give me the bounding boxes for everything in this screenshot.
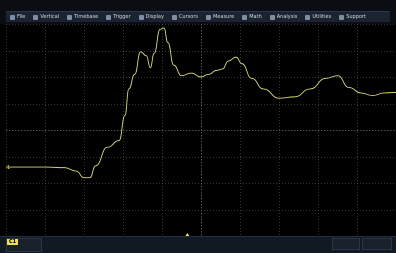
- analysis-icon: [269, 14, 275, 20]
- channel-1-ground-marker: 1: [7, 165, 10, 171]
- display-icon: [138, 14, 144, 20]
- support-icon: [339, 14, 345, 20]
- menu-label: Measure: [212, 14, 235, 20]
- menu-item-display[interactable]: Display: [135, 12, 168, 22]
- menu-label: Support: [346, 14, 366, 20]
- menu-item-support[interactable]: Support: [335, 12, 370, 22]
- math-icon: [242, 14, 248, 20]
- waveform-plot: 1: [6, 24, 396, 236]
- file-icon: [10, 14, 15, 20]
- menu-item-cursors[interactable]: Cursors: [168, 12, 202, 22]
- menu-label: Trigger: [113, 14, 131, 20]
- timebase-icon: [67, 14, 73, 20]
- timebase-descriptor[interactable]: [332, 238, 360, 250]
- menu-label: File: [17, 14, 26, 20]
- menu-item-trigger[interactable]: Trigger: [102, 12, 134, 22]
- menu-item-math[interactable]: Math: [238, 12, 266, 22]
- menu-item-utilities[interactable]: Utilities: [301, 12, 335, 22]
- menu-item-vertical[interactable]: Vertical: [29, 12, 63, 22]
- cursors-icon: [171, 14, 177, 20]
- menu-item-file[interactable]: File: [6, 12, 29, 22]
- scope-display[interactable]: 1: [6, 24, 396, 236]
- menu-bar: File Vertical Timebase Trigger Display Cursor…: [0, 0, 396, 24]
- menu-item-measure[interactable]: Measure: [202, 12, 238, 22]
- menu-item-analysis[interactable]: Analysis: [266, 12, 302, 22]
- menu-label: Timebase: [74, 14, 99, 20]
- utilities-icon: [305, 14, 311, 20]
- channel-1-trace: [6, 27, 396, 179]
- measure-icon: [205, 14, 211, 20]
- trigger-descriptor[interactable]: [362, 238, 392, 250]
- channel-1-badge: C1: [7, 239, 19, 245]
- trigger-icon: [106, 14, 112, 20]
- vertical-icon: [33, 14, 39, 20]
- menu-label: Cursors: [178, 14, 198, 20]
- menu-label: Utilities: [312, 14, 332, 20]
- menu-label: Display: [145, 14, 164, 20]
- channel-1-descriptor[interactable]: C1: [6, 238, 42, 252]
- menu-item-timebase[interactable]: Timebase: [63, 12, 102, 22]
- menu-label: Analysis: [276, 14, 298, 20]
- menu-label: Math: [249, 14, 262, 20]
- menu-label: Vertical: [40, 14, 60, 20]
- menu-strip: File Vertical Timebase Trigger Display Cursor…: [6, 11, 390, 23]
